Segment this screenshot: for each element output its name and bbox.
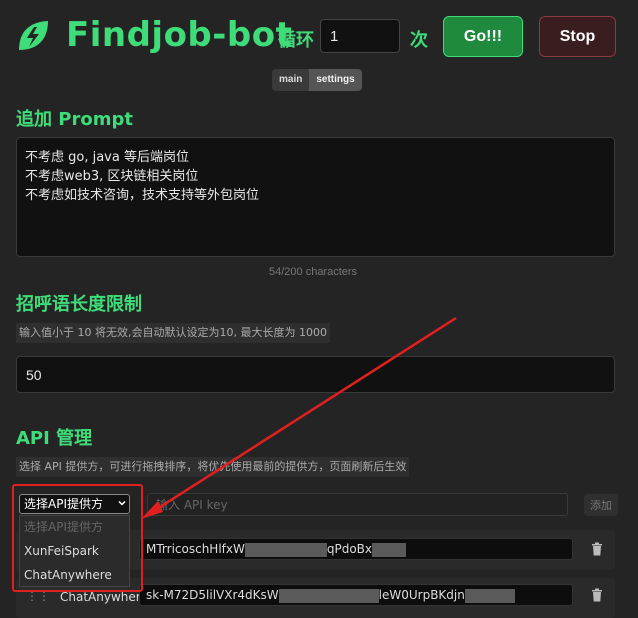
leaf-logo-icon xyxy=(19,21,48,50)
prompt-line: 不考虑 go, java 等后端岗位 xyxy=(25,150,189,165)
api-key-value[interactable]: sk-M72D5lilVXr4dKsW leW0UrpBKdjn xyxy=(139,584,573,606)
times-label: 次 xyxy=(410,30,428,51)
api-key-value[interactable]: MTrricoschHlfxW qPdoBx xyxy=(139,538,573,560)
redacted-block xyxy=(244,542,327,557)
loop-label: 循环 xyxy=(278,30,314,51)
prompt-line: 不考虑如技术咨询，技术支持等外包岗位 xyxy=(25,188,260,203)
provider-select[interactable]: 选择API提供方 xyxy=(19,494,130,514)
stop-button[interactable]: Stop xyxy=(539,16,616,57)
tab-bar: main settings xyxy=(272,69,362,91)
add-button[interactable]: 添加 xyxy=(584,494,618,516)
chevron-down-icon xyxy=(118,500,126,506)
prompt-textarea[interactable]: 不考虑 go, java 等后端岗位 不考虑web3, 区块链相关岗位 不考虑如… xyxy=(16,137,615,257)
loop-count-input[interactable] xyxy=(320,19,400,53)
dropdown-option[interactable]: XunFeiSpark xyxy=(20,540,129,564)
trash-icon[interactable] xyxy=(591,542,603,556)
drag-handle-icon[interactable]: ⋮⋮ xyxy=(26,589,50,603)
greeting-hint: 输入值小于 10 将无效,会自动默认设定为10, 最大长度为 1000 xyxy=(16,323,330,343)
dropdown-option[interactable]: ChatAnywhere xyxy=(20,564,129,588)
api-key-input[interactable] xyxy=(147,493,568,516)
redacted-block xyxy=(278,588,379,603)
api-hint: 选择 API 提供方，可进行拖拽排序，将优先使用最前的提供方，页面刷新后生效 xyxy=(16,457,410,477)
prompt-section-title: 追加 Prompt xyxy=(16,109,133,130)
greeting-section-title: 招呼语长度限制 xyxy=(16,294,142,315)
dropdown-option: 选择API提供方 xyxy=(24,520,103,534)
greeting-length-input[interactable] xyxy=(16,356,615,393)
provider-dropdown-list: 选择API提供方 XunFeiSpark ChatAnywhere xyxy=(19,515,130,587)
redacted-block xyxy=(372,542,407,557)
provider-select-value: 选择API提供方 xyxy=(24,497,103,511)
tab-main[interactable]: main xyxy=(272,69,310,91)
provider-name: ChatAnywhere xyxy=(60,590,148,604)
char-counter: 54/200 characters xyxy=(269,266,358,278)
redacted-block xyxy=(464,588,515,603)
tab-settings[interactable]: settings xyxy=(309,69,362,91)
api-section-title: API 管理 xyxy=(16,428,93,449)
app-title: Findjob-bot xyxy=(66,15,293,55)
go-button[interactable]: Go!!! xyxy=(443,16,523,57)
prompt-line: 不考虑web3, 区块链相关岗位 xyxy=(25,169,199,184)
